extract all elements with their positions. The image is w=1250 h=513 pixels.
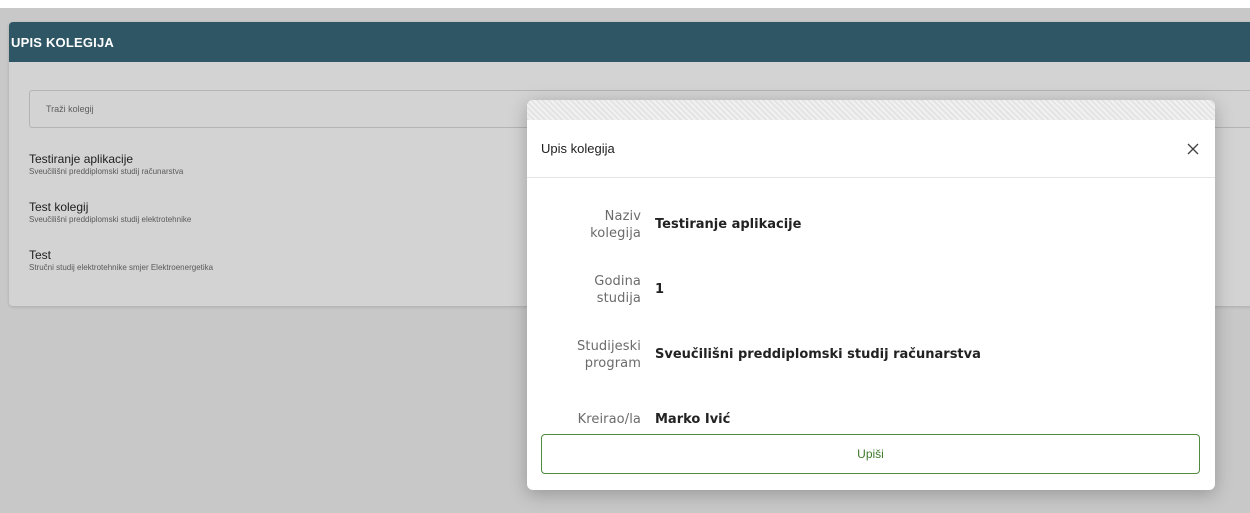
- modal-body: Naziv kolegija Testiranje aplikacije God…: [527, 178, 1215, 452]
- enroll-button[interactable]: Upiši: [541, 434, 1200, 474]
- field-label: Studijeski program: [527, 338, 641, 372]
- field-value: Marko Ivić: [655, 412, 731, 427]
- modal-top-pattern: [527, 100, 1215, 120]
- modal-title: Upis kolegija: [541, 141, 615, 156]
- page-title: UPIS KOLEGIJA: [11, 34, 115, 50]
- field-value: 1: [655, 282, 665, 297]
- enroll-modal: Upis kolegija Naziv kolegija Testiranje …: [527, 100, 1215, 490]
- field-label: Godina studija: [527, 273, 641, 307]
- field-label-line: kolegija: [590, 225, 641, 241]
- field-label-line: Studijeski: [577, 338, 641, 354]
- field-label-line: Kreirao/la: [577, 412, 641, 427]
- field-label: Naziv kolegija: [527, 208, 641, 242]
- card-header: UPIS KOLEGIJA: [9, 22, 1250, 62]
- field-label-line: Godina: [594, 273, 641, 289]
- top-strip: [0, 0, 1250, 8]
- field-value: Sveučilišni preddiplomski studij računar…: [655, 347, 981, 362]
- field-row: Godina studija 1: [527, 257, 1215, 322]
- enroll-button-label: Upiši: [857, 447, 884, 461]
- field-label-line: Naziv: [604, 208, 641, 224]
- field-row: Studijeski program Sveučilišni preddiplo…: [527, 322, 1215, 387]
- close-icon[interactable]: [1185, 141, 1201, 157]
- search-placeholder: Traži kolegij: [46, 104, 94, 114]
- modal-header: Upis kolegija: [527, 120, 1215, 178]
- field-label-line: studija: [596, 290, 641, 306]
- field-label-line: program: [584, 355, 641, 371]
- field-value: Testiranje aplikacije: [655, 217, 802, 232]
- field-label: Kreirao/la: [527, 411, 641, 428]
- field-row: Naziv kolegija Testiranje aplikacije: [527, 192, 1215, 257]
